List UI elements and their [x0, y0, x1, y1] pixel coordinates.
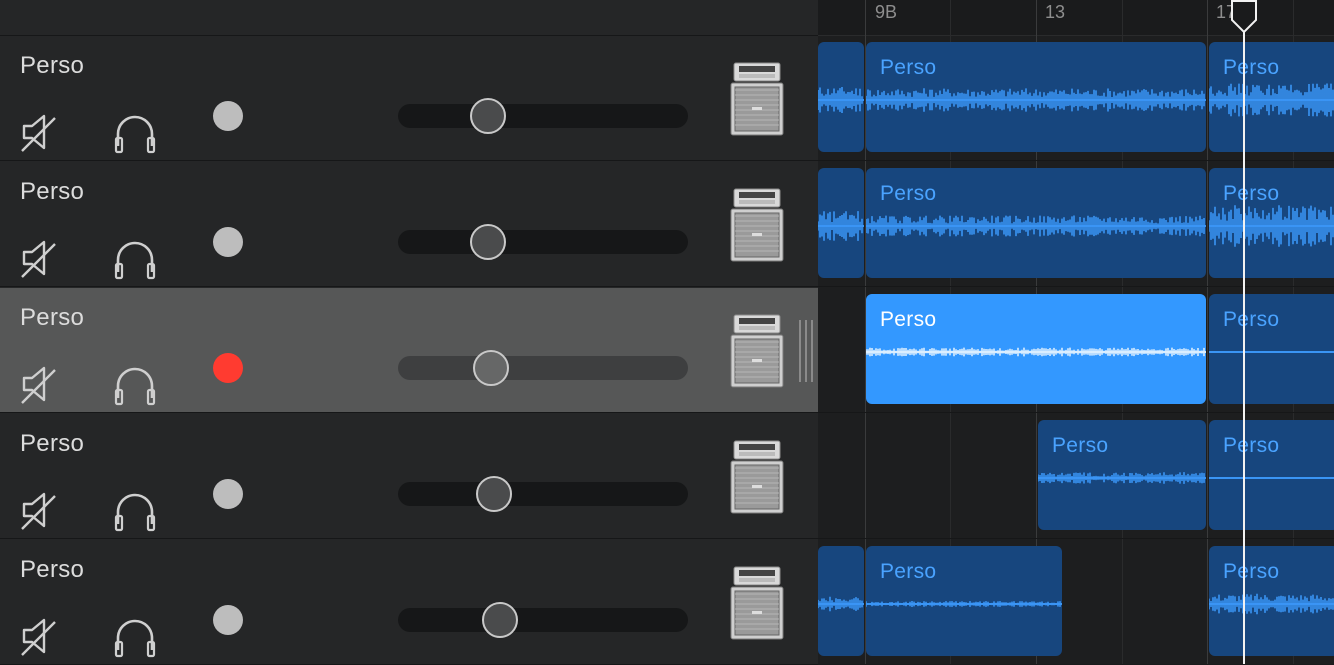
mute-speaker-icon[interactable]: [20, 112, 60, 152]
record-icon[interactable]: [213, 353, 243, 383]
timeline[interactable]: 9B 13 17C PersoPersoPersoPersoPersoPerso…: [818, 0, 1334, 664]
region-label: Perso: [1223, 182, 1280, 205]
audio-region[interactable]: Perso: [1209, 42, 1334, 152]
headphones-icon[interactable]: [113, 488, 157, 532]
track-name: Perso: [20, 52, 85, 79]
audio-region[interactable]: Perso: [1209, 546, 1334, 656]
headphones-icon[interactable]: [113, 614, 157, 658]
audio-region[interactable]: [818, 42, 864, 152]
volume-slider-thumb[interactable]: [473, 350, 509, 386]
audio-region[interactable]: Perso: [866, 294, 1206, 404]
record-icon[interactable]: [213, 227, 243, 257]
track-name: Perso: [20, 556, 85, 583]
header-top-strip: [0, 0, 818, 36]
drag-handle-icon[interactable]: [797, 320, 815, 382]
mute-speaker-icon[interactable]: [20, 238, 60, 278]
mute-speaker-icon[interactable]: [20, 490, 60, 530]
guitar-amp-icon[interactable]: [730, 187, 786, 263]
track-headers: Perso Perso Perso Perso Perso: [0, 0, 818, 665]
region-label: Perso: [1223, 56, 1280, 79]
guitar-amp-icon[interactable]: [730, 61, 786, 137]
volume-slider[interactable]: [398, 224, 688, 260]
region-label: Perso: [1052, 434, 1109, 457]
audio-region[interactable]: [818, 546, 864, 656]
record-icon[interactable]: [213, 101, 243, 131]
guitar-amp-icon[interactable]: [730, 565, 786, 641]
headphones-icon[interactable]: [113, 236, 157, 280]
track-name: Perso: [20, 430, 85, 457]
headphones-icon[interactable]: [113, 110, 157, 154]
volume-slider[interactable]: [398, 350, 688, 386]
audio-region[interactable]: [818, 168, 864, 278]
record-icon[interactable]: [213, 479, 243, 509]
audio-region[interactable]: Perso: [866, 546, 1062, 656]
region-label: Perso: [880, 182, 937, 205]
ruler-label-9b: 9B: [875, 2, 898, 22]
track-header[interactable]: Perso: [0, 36, 818, 161]
region-label: Perso: [1223, 434, 1280, 457]
headphones-icon[interactable]: [113, 362, 157, 406]
guitar-amp-icon[interactable]: [730, 439, 786, 515]
audio-region[interactable]: Perso: [866, 168, 1206, 278]
volume-slider-thumb[interactable]: [482, 602, 518, 638]
region-label: Perso: [1223, 308, 1280, 331]
mute-speaker-icon[interactable]: [20, 364, 60, 404]
track-header[interactable]: Perso: [0, 540, 818, 665]
volume-slider[interactable]: [398, 476, 688, 512]
track-header[interactable]: Perso: [0, 414, 818, 539]
volume-slider[interactable]: [398, 602, 688, 638]
record-icon[interactable]: [213, 605, 243, 635]
playhead-icon[interactable]: [1229, 0, 1259, 34]
track-header[interactable]: Perso: [0, 288, 818, 413]
mute-speaker-icon[interactable]: [20, 616, 60, 656]
audio-region[interactable]: Perso: [866, 42, 1206, 152]
track-header[interactable]: Perso: [0, 162, 818, 287]
track-name: Perso: [20, 178, 85, 205]
region-label: Perso: [880, 308, 937, 331]
volume-slider-thumb[interactable]: [470, 98, 506, 134]
audio-region[interactable]: Perso: [1209, 294, 1334, 404]
volume-slider-thumb[interactable]: [476, 476, 512, 512]
audio-region[interactable]: Perso: [1209, 420, 1334, 530]
region-label: Perso: [880, 56, 937, 79]
volume-slider-thumb[interactable]: [470, 224, 506, 260]
playhead-line[interactable]: [1243, 0, 1245, 664]
region-label: Perso: [880, 560, 937, 583]
ruler-label-13: 13: [1045, 2, 1066, 22]
guitar-amp-icon[interactable]: [730, 313, 786, 389]
track-name: Perso: [20, 304, 85, 331]
volume-slider[interactable]: [398, 98, 688, 134]
audio-region[interactable]: Perso: [1038, 420, 1206, 530]
audio-region[interactable]: Perso: [1209, 168, 1334, 278]
region-label: Perso: [1223, 560, 1280, 583]
